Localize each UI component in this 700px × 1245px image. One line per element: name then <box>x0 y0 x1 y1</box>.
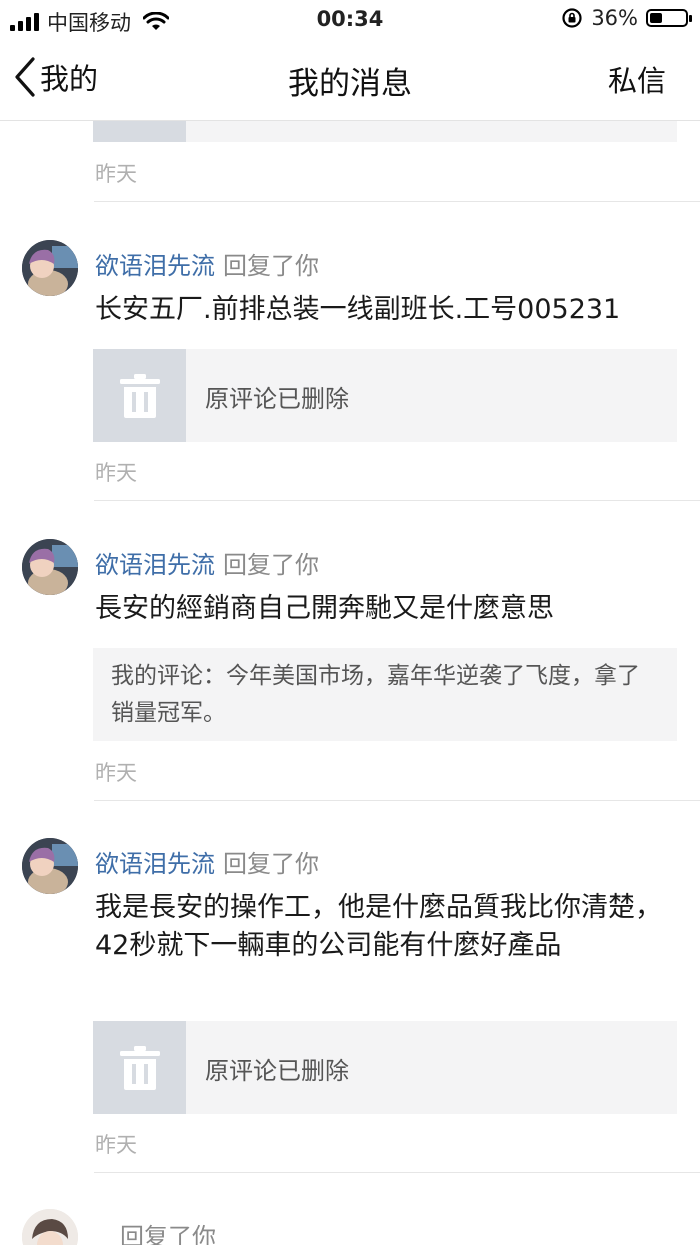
trash-icon <box>93 1021 186 1114</box>
navigation-bar: 我的 我的消息 私信 <box>0 40 700 121</box>
reply-action-label: 回复了你 <box>223 252 319 280</box>
message-time: 昨天 <box>95 1133 137 1157</box>
my-comment-quote[interactable]: 我的评论：今年美国市场，嘉年华逆袭了飞度，拿了销量冠军。 <box>93 648 677 741</box>
page-title: 我的消息 <box>288 66 412 102</box>
message-time: 昨天 <box>95 761 137 785</box>
divider <box>94 201 700 202</box>
message-list[interactable]: 昨天 欲语泪先流 回复了你 长安五厂.前排总装一线副班长.工号005231 原评… <box>0 121 700 1245</box>
reply-action-label: 回复了你 <box>223 850 319 878</box>
deleted-comment-text: 原评论已删除 <box>205 1057 349 1085</box>
deleted-comment-card[interactable]: 原评论已删除 <box>93 349 677 442</box>
reply-action-label: 回复了你 <box>223 551 319 579</box>
quote-card-partial <box>186 121 677 142</box>
deleted-comment-card[interactable]: 原评论已删除 <box>93 1021 677 1114</box>
username[interactable]: 欲语泪先流 <box>95 551 215 579</box>
battery-percent: 36% <box>591 6 638 30</box>
avatar[interactable] <box>22 1209 78 1245</box>
message-text: 我是長安的操作工，他是什麼品質我比你清楚，42秒就下一輛車的公司能有什麼好產品 <box>95 892 662 961</box>
message-text: 长安五厂.前排总装一线副班长.工号005231 <box>95 294 621 325</box>
username[interactable]: 欲语泪先流 <box>95 850 215 878</box>
avatar[interactable] <box>22 240 78 296</box>
reply-action-label: 回复了你 <box>120 1223 216 1245</box>
message-text: 長安的經銷商自己開奔馳又是什麼意思 <box>95 593 554 624</box>
rotation-lock-icon <box>562 8 582 28</box>
status-bar: 中国移动 00:34 36% <box>0 0 700 40</box>
avatar[interactable] <box>22 539 78 595</box>
private-message-button[interactable]: 私信 <box>608 58 666 100</box>
battery-icon <box>646 9 692 27</box>
message-time: 昨天 <box>95 461 137 485</box>
username[interactable]: 欲语泪先流 <box>95 252 215 280</box>
divider <box>94 500 700 501</box>
avatar[interactable] <box>22 838 78 894</box>
trash-icon <box>93 349 186 442</box>
divider <box>94 800 700 801</box>
message-time: 昨天 <box>95 162 137 186</box>
deleted-comment-text: 原评论已删除 <box>205 385 349 413</box>
deleted-icon-partial <box>93 121 186 142</box>
divider <box>94 1172 700 1173</box>
